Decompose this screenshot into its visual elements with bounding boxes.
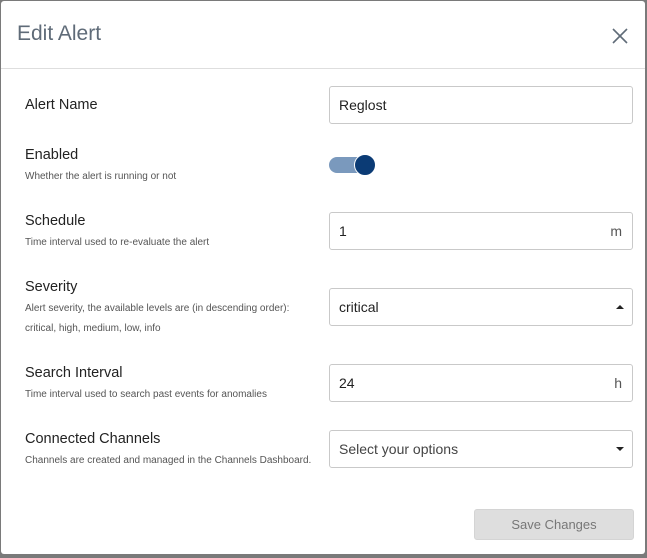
severity-select[interactable]: critical — [329, 288, 633, 326]
dialog-header: Edit Alert — [1, 1, 645, 69]
search-interval-input[interactable]: 24 h — [329, 364, 633, 402]
save-changes-button[interactable]: Save Changes — [474, 509, 634, 540]
caret-up-icon — [616, 305, 624, 309]
enabled-toggle[interactable] — [329, 154, 377, 176]
alert-name-value: Reglost — [339, 97, 387, 113]
schedule-input[interactable]: 1 m — [329, 212, 633, 250]
edit-alert-dialog: Edit Alert Alert Name Reglost Enabled Wh… — [1, 1, 645, 554]
severity-value: critical — [339, 299, 379, 315]
enabled-help: Whether the alert is running or not — [25, 171, 177, 182]
close-icon[interactable] — [609, 25, 631, 47]
dialog-title: Edit Alert — [17, 22, 102, 45]
enabled-row: Enabled Whether the alert is running or … — [25, 147, 625, 186]
search-interval-unit: h — [614, 375, 622, 391]
toggle-knob — [354, 154, 376, 176]
schedule-unit: m — [610, 223, 622, 239]
alert-name-input[interactable]: Reglost — [329, 86, 633, 124]
search-interval-value: 24 — [339, 375, 355, 391]
chevron-down-icon — [616, 447, 624, 451]
connected-channels-placeholder: Select your options — [339, 441, 459, 457]
schedule-value: 1 — [339, 223, 347, 239]
enabled-label: Enabled — [25, 147, 79, 163]
connected-channels-select[interactable]: Select your options — [329, 430, 633, 468]
